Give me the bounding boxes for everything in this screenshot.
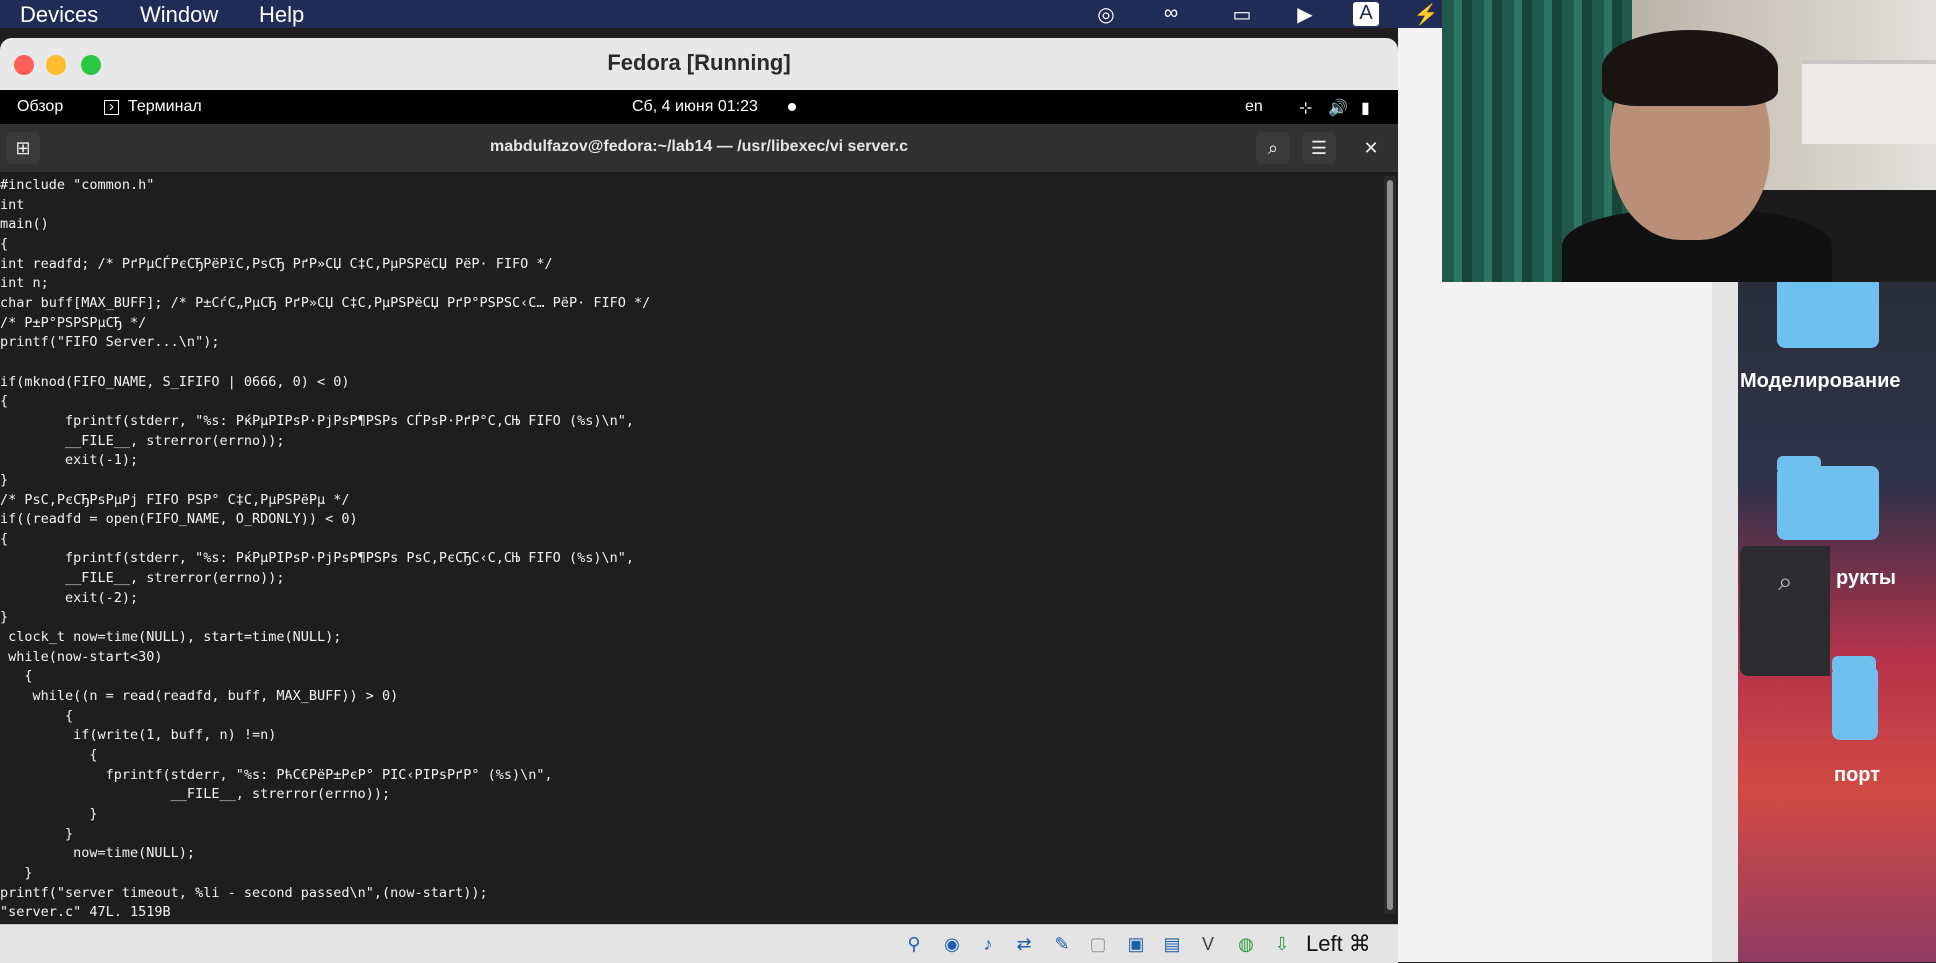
creative-cloud-icon[interactable]: ∞ xyxy=(1158,2,1184,26)
optical-drive-icon[interactable]: ◉ xyxy=(940,932,964,956)
folder-icon[interactable] xyxy=(1832,656,1878,740)
battery-icon[interactable]: ⚡ xyxy=(1413,2,1439,26)
menu-window[interactable]: Window xyxy=(140,2,218,28)
search-icon[interactable]: ⌕ xyxy=(1256,132,1290,164)
terminal-text[interactable]: #include "common.h" int main() { int rea… xyxy=(0,176,1382,916)
play-icon[interactable]: ▶ xyxy=(1292,2,1318,26)
cpu-icon[interactable]: V xyxy=(1196,932,1220,956)
activities-button[interactable]: Обзор xyxy=(17,98,63,116)
search-panel: ⌕ xyxy=(1740,546,1830,676)
usb-icon[interactable]: ⚲ xyxy=(902,932,926,956)
webcam-bunk xyxy=(1802,60,1936,144)
audio-icon[interactable]: ♪ xyxy=(976,932,1000,956)
webcam-person-hair xyxy=(1602,30,1778,106)
input-source-icon[interactable]: A xyxy=(1353,2,1379,26)
shared-folders-icon[interactable]: ✎ xyxy=(1050,932,1074,956)
airplay-icon[interactable]: ▭ xyxy=(1229,2,1255,26)
menu-icon[interactable]: ☰ xyxy=(1302,132,1336,164)
network-icon[interactable]: ⊹ xyxy=(1299,98,1312,118)
terminal-title: mabdulfazov@fedora:~/lab14 — /usr/libexe… xyxy=(490,138,908,155)
window-titlebar[interactable]: Fedora [Running] xyxy=(0,38,1398,91)
window-title: Fedora [Running] xyxy=(607,50,791,75)
menu-help[interactable]: Help xyxy=(259,2,304,28)
folder-label-products: рукты xyxy=(1836,567,1896,589)
app-menu-button[interactable]: Терминал xyxy=(128,98,202,116)
terminal-headerbar: ⊞ mabdulfazov@fedora:~/lab14 — /usr/libe… xyxy=(0,124,1398,173)
virtualbox-window: Fedora [Running] Обзор › Терминал Сб, 4 … xyxy=(0,38,1398,963)
scrollbar-thumb[interactable] xyxy=(1387,180,1393,910)
folder-label-report: порт xyxy=(1834,764,1881,786)
arrow-down-icon[interactable]: ⇩ xyxy=(1270,932,1294,956)
keyboard-layout[interactable]: en xyxy=(1245,98,1263,116)
host-key-label: Left ⌘ xyxy=(1306,931,1371,956)
gnome-top-bar: Обзор › Терминал Сб, 4 июня 01:23 en ⊹ 🔊… xyxy=(0,90,1398,124)
folder-label-modeling: Моделирование xyxy=(1740,370,1901,392)
clock[interactable]: Сб, 4 июня 01:23 xyxy=(632,98,758,116)
volume-icon[interactable]: 🔊 xyxy=(1328,98,1348,118)
webcam-overlay xyxy=(1442,0,1936,282)
network-icon[interactable]: ⇄ xyxy=(1012,932,1036,956)
terminal-app-icon: › xyxy=(104,99,119,115)
close-icon[interactable]: ✕ xyxy=(1354,132,1388,164)
notification-dot xyxy=(788,103,796,111)
globe-icon[interactable]: ◍ xyxy=(1234,932,1258,956)
search-icon[interactable]: ⌕ xyxy=(1778,566,1793,598)
display-icon[interactable]: ▢ xyxy=(1086,932,1110,956)
menu-devices[interactable]: Devices xyxy=(20,2,98,28)
folder-icon[interactable] xyxy=(1777,264,1879,348)
video-memory-icon[interactable]: ▤ xyxy=(1160,932,1184,956)
desktop-window-edge xyxy=(1712,282,1738,962)
obs-icon[interactable]: ◎ xyxy=(1093,2,1119,26)
battery-icon[interactable]: ▮ xyxy=(1361,98,1370,118)
capture-icon[interactable]: ▣ xyxy=(1124,932,1148,956)
terminal-window: ⊞ mabdulfazov@fedora:~/lab14 — /usr/libe… xyxy=(0,124,1398,924)
virtualbox-status-bar: ⚲ ◉ ♪ ⇄ ✎ ▢ ▣ ▤ V ◍ ⇩ Left ⌘ xyxy=(0,924,1398,963)
folder-icon[interactable] xyxy=(1777,456,1879,540)
